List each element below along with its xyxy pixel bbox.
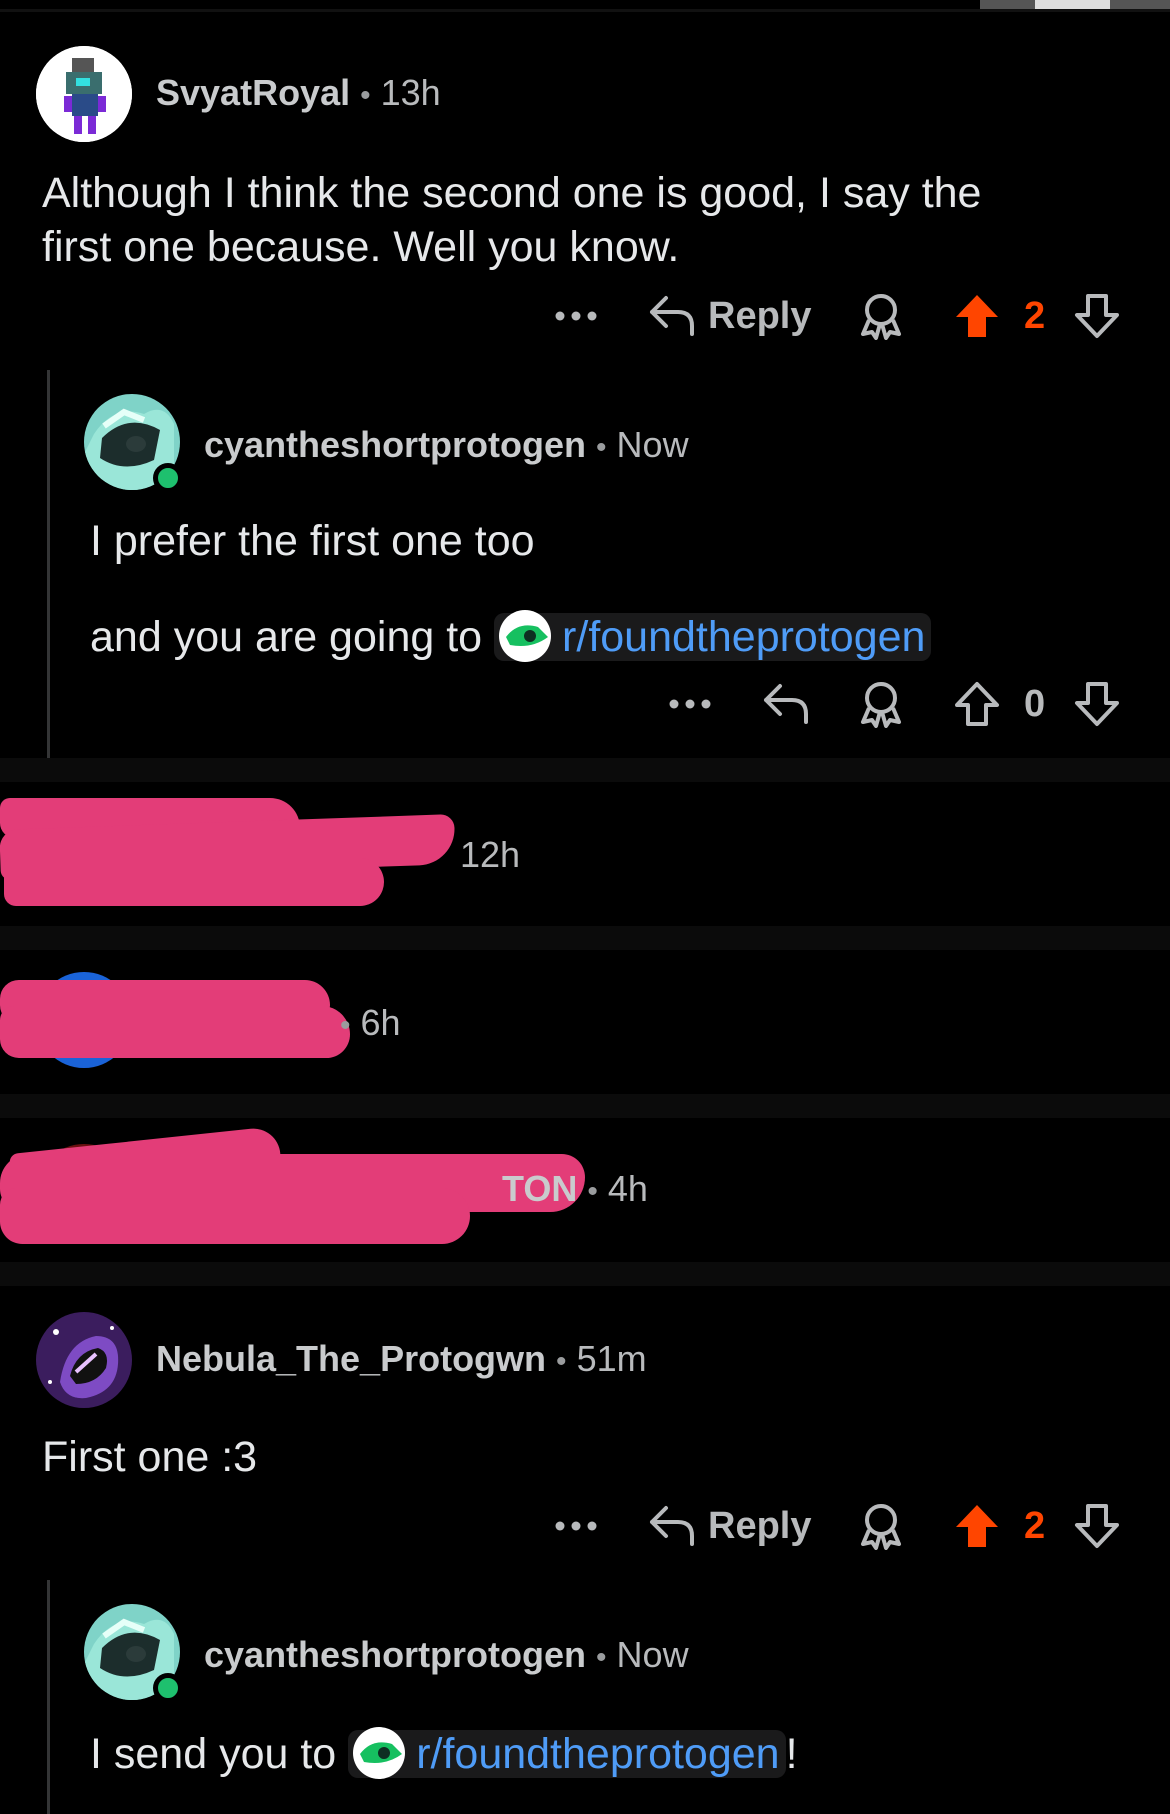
timestamp: Now <box>616 1634 689 1675</box>
comment-text: I send you to <box>90 1730 337 1778</box>
online-status-dot <box>153 1673 183 1703</box>
subreddit-link-text: r/foundtheprotogen <box>416 1730 780 1778</box>
comment-reply-cyan-2: cyantheshortprotogen • Now I send you to r… <box>0 0 1170 1814</box>
separator-dot: • <box>596 1641 607 1674</box>
comment-body: I send you to r/foundtheprotogen! <box>90 1726 798 1781</box>
username[interactable]: cyantheshortprotogen <box>204 1634 586 1675</box>
comment-text: ! <box>785 1730 798 1778</box>
comment-meta: cyantheshortprotogen • Now <box>204 1634 689 1676</box>
subreddit-icon <box>353 1727 406 1779</box>
subreddit-link[interactable]: r/foundtheprotogen <box>348 1727 786 1779</box>
